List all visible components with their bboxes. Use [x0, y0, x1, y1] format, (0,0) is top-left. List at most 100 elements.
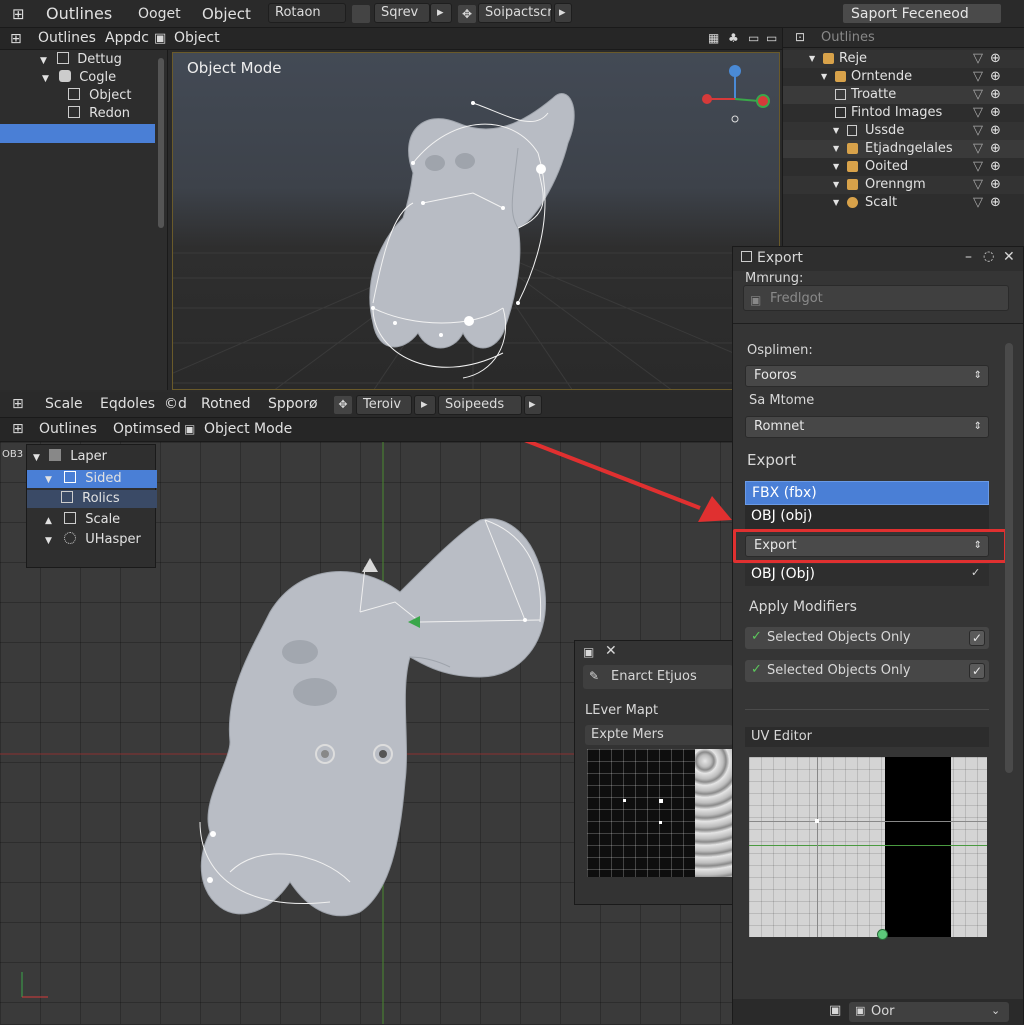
filter-icon[interactable]: ▽ [973, 122, 983, 140]
uv-editor-canvas[interactable] [749, 757, 987, 940]
filter-icon[interactable]: ▽ [973, 140, 983, 158]
selected-row[interactable] [0, 124, 155, 143]
format-option-fbx[interactable]: FBX (fbx) [745, 481, 989, 505]
menu-scale[interactable]: Scale [45, 396, 83, 412]
uv-handle[interactable] [877, 929, 888, 940]
tab-outlines[interactable]: Outlines [39, 421, 97, 437]
visibility-icon[interactable]: ⊕ [990, 50, 1001, 68]
visibility-icon[interactable]: ⊕ [990, 86, 1001, 104]
chevron-down-icon[interactable]: ▼ [809, 50, 815, 68]
rtree-item-2[interactable]: Troatte ▽ ⊕ [783, 86, 1024, 104]
close-icon[interactable]: ✕ [1003, 249, 1015, 265]
soipactscr-dropdown[interactable]: Soipactscr [478, 3, 552, 23]
close-icon[interactable]: ✕ [605, 643, 617, 659]
visibility-icon[interactable]: ⊕ [990, 158, 1001, 176]
fooros-select[interactable]: Fooros ⇕ [745, 365, 989, 387]
tab-outlines[interactable]: Outlines [38, 30, 96, 46]
outliner-scrollbar[interactable] [158, 58, 164, 228]
soipeeds-dropdown[interactable]: Soipeeds [438, 395, 522, 415]
layer-item-scale[interactable]: ▲ Scale [45, 511, 155, 529]
rtree-item-3[interactable]: Fintod Images ▽ ⊕ [783, 104, 1024, 122]
visibility-icon[interactable]: ⊕ [990, 104, 1001, 122]
tree-item-object[interactable]: Object [68, 87, 131, 105]
chevron-down-icon[interactable]: ▼ [833, 176, 839, 194]
visibility-icon[interactable]: ⊕ [990, 122, 1001, 140]
rtree-item-6[interactable]: ▼ Ooited ▽ ⊕ [783, 158, 1024, 176]
bottom-icon[interactable]: ▣ [829, 1003, 841, 1018]
selected-objects-checkbox-1[interactable]: ✓ [969, 630, 985, 646]
play-button[interactable]: ▸ [414, 395, 436, 415]
menu-ooget[interactable]: Ooget [138, 6, 181, 22]
chevron-down-icon[interactable]: ▼ [821, 68, 827, 86]
render-icon[interactable]: ♣ [728, 31, 739, 45]
chevron-down-icon[interactable]: ▼ [833, 158, 839, 176]
layout-icon[interactable] [352, 5, 370, 23]
rtree-item-4[interactable]: ▼ Ussde ▽ ⊕ [783, 122, 1024, 140]
teroiv-button[interactable]: Teroiv [356, 395, 412, 415]
tree-item-cogle[interactable]: ▼ Cogle [42, 69, 116, 87]
bottom-dropdown[interactable]: ▣ Oor ⌄ [849, 1002, 1009, 1022]
filter-icon[interactable]: ▽ [973, 50, 983, 68]
menu-cd[interactable]: ©d [164, 396, 187, 412]
filter-icon[interactable]: ▽ [973, 68, 983, 86]
grid-icon[interactable]: ▦ [708, 31, 719, 45]
rtree-item-0[interactable]: ▼ Reje ▽ ⊕ [783, 50, 1024, 68]
snap-icon[interactable]: ✥ [334, 396, 352, 414]
format-option-obj[interactable]: OBJ (obj) [745, 505, 989, 529]
lower-mode-label[interactable]: Object Mode [204, 421, 292, 437]
sqrev-button[interactable]: Sqrev [374, 3, 430, 23]
minimize-icon[interactable]: – [965, 249, 972, 265]
chevron-down-icon[interactable]: ▼ [833, 122, 839, 140]
chevron-down-icon[interactable]: ▼ [45, 475, 52, 485]
small-panel-title-bar[interactable]: ✎ Enarct Etjuos [583, 665, 733, 689]
rtree-item-7[interactable]: ▼ Orenngm ▽ ⊕ [783, 176, 1024, 194]
outliner-icon[interactable]: ⊞ [10, 31, 22, 47]
format-dropdown[interactable]: OBJ (Obj) ✓ [745, 564, 989, 586]
filter-icon[interactable]: ▽ [973, 104, 983, 122]
soipactscr-arrow[interactable]: ▸ [554, 3, 572, 23]
export-scrollbar[interactable] [1005, 343, 1013, 773]
small-panel-row2[interactable]: Expte Mers [585, 725, 733, 745]
viewport-canvas[interactable]: Object Mode [172, 52, 780, 390]
layer-item-laper[interactable]: ▼ Laper [33, 448, 153, 466]
axis-gizmo[interactable] [697, 65, 777, 145]
play-button[interactable]: ▸ [430, 3, 452, 23]
mode-icon[interactable]: ▣ [184, 422, 195, 436]
rtree-item-1[interactable]: ▼ Orntende ▽ ⊕ [783, 68, 1024, 86]
menu-rotaon[interactable]: Rotaon [268, 3, 346, 23]
grid-menu-icon[interactable]: ⊞ [12, 6, 28, 22]
selected-objects-checkbox-2[interactable]: ✓ [969, 663, 985, 679]
layer-item-rolics[interactable]: Rolics [27, 490, 157, 508]
visibility-icon[interactable]: ⊕ [990, 68, 1001, 86]
chevron-down-icon[interactable]: ▼ [42, 74, 49, 84]
chevron-down-icon[interactable]: ▼ [33, 453, 40, 463]
visibility-icon[interactable]: ⊕ [990, 176, 1001, 194]
romnet-select[interactable]: Romnet ⇕ [745, 416, 989, 438]
maximize-icon[interactable]: ◌ [983, 249, 994, 264]
snap-icon[interactable]: ✥ [458, 5, 476, 23]
filter-icon[interactable]: ▽ [973, 86, 983, 104]
chevron-down-icon[interactable]: ▼ [40, 56, 47, 66]
visibility-icon[interactable]: ⊕ [990, 194, 1001, 212]
chevron-down-icon[interactable]: ▼ [833, 194, 839, 212]
filter-icon[interactable]: ▽ [973, 158, 983, 176]
editor-type-icon[interactable]: ▣ [154, 31, 166, 46]
view-icon[interactable]: ▭ [766, 31, 777, 45]
editor-type-icon[interactable]: ⊞ [12, 421, 24, 437]
layer-item-uhasper[interactable]: ▼ UHasper [45, 531, 155, 549]
rtree-item-5[interactable]: ▼ Etjadngelales ▽ ⊕ [783, 140, 1024, 158]
tab-appdc[interactable]: Appdc [105, 30, 149, 46]
layer-item-sided[interactable]: ▼ Sided [27, 470, 157, 488]
tab-optimsed[interactable]: Optimsed [113, 421, 181, 437]
camera-icon[interactable]: ▭ [748, 31, 759, 45]
menu-spporo[interactable]: Spporø [268, 396, 318, 412]
export-button[interactable]: Export ⇕ [745, 535, 989, 557]
triangle-up-icon[interactable]: ▲ [45, 516, 52, 526]
chevron-down-icon[interactable]: ▼ [833, 140, 839, 158]
tree-item-redon[interactable]: Redon [68, 105, 130, 123]
fredlgot-field[interactable]: ▣ Fredlgot [743, 285, 1009, 311]
grid-menu-icon[interactable]: ⊞ [12, 396, 24, 412]
visibility-icon[interactable]: ⊕ [990, 140, 1001, 158]
chevron-down-icon[interactable]: ▼ [45, 536, 52, 546]
uv-editor-header[interactable]: UV Editor [745, 727, 989, 747]
